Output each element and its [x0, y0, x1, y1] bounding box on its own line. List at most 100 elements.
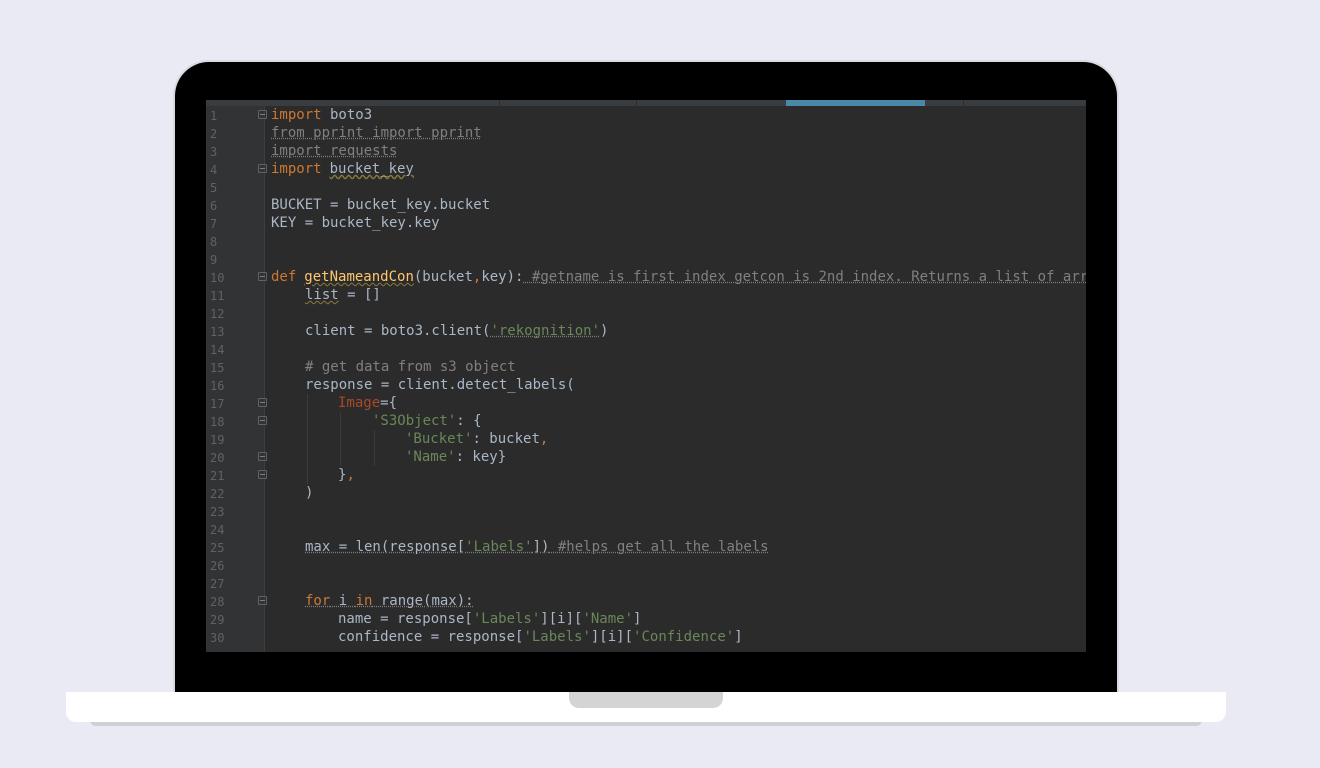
- code-text: : key}: [455, 449, 507, 465]
- code-line[interactable]: 6 BUCKET = bucket_key.bucket: [206, 196, 1086, 214]
- code-line[interactable]: 27: [206, 574, 1086, 592]
- code-text: : bucket: [472, 431, 540, 447]
- unused-import: import requests: [271, 143, 398, 159]
- keyword: import: [271, 107, 322, 123]
- keyword: for: [305, 593, 331, 609]
- code-line[interactable]: 9: [206, 250, 1086, 268]
- code-text: import bucket_key: [271, 160, 414, 178]
- code-text: name = response['Labels'][i]['Name']: [338, 610, 641, 628]
- code-text: (bucket: [413, 269, 473, 285]
- fold-toggle-icon[interactable]: [258, 596, 267, 605]
- code-line[interactable]: 2 from pprint import pprint: [206, 124, 1086, 142]
- code-line[interactable]: 15 # get data from s3 object: [206, 358, 1086, 376]
- code-text: list = []: [305, 286, 381, 304]
- code-line[interactable]: 29 name = response['Labels'][i]['Name']: [206, 610, 1086, 628]
- comma: ,: [346, 467, 355, 483]
- line-number: 28: [210, 595, 225, 609]
- code-line[interactable]: 22): [206, 484, 1086, 502]
- code-line[interactable]: 5: [206, 178, 1086, 196]
- code-line[interactable]: 8: [206, 232, 1086, 250]
- code-text: ][i][: [590, 629, 634, 645]
- line-number: 15: [210, 361, 225, 375]
- code-line[interactable]: 21},: [206, 466, 1086, 484]
- string-literal: 'Labels': [465, 539, 533, 555]
- line-number: 23: [210, 505, 225, 519]
- code-line[interactable]: 23: [206, 502, 1086, 520]
- code-line[interactable]: 26: [206, 556, 1086, 574]
- code-line[interactable]: 28 for i in range(max):: [206, 592, 1086, 610]
- code-text: for i in range(max):: [305, 592, 474, 610]
- code-line[interactable]: 11 list = []: [206, 286, 1086, 304]
- string-literal: 'Name': [582, 611, 634, 627]
- string-literal: 'Labels': [523, 629, 591, 645]
- comment: #getname is first index getcon is 2nd in…: [523, 269, 1086, 285]
- code-line[interactable]: 13 client = boto3.client('rekognition'): [206, 322, 1086, 340]
- fold-toggle-icon[interactable]: [258, 398, 267, 407]
- line-number: 9: [210, 253, 218, 267]
- keyword: in: [355, 593, 373, 609]
- code-text: import boto3: [271, 106, 372, 124]
- code-text: = []: [338, 287, 381, 303]
- code-text: ]: [633, 611, 642, 627]
- fold-toggle-icon[interactable]: [258, 164, 267, 173]
- string-literal: 'Bucket': [405, 431, 473, 447]
- function-name: getNameandCon: [304, 269, 414, 285]
- fold-toggle-icon[interactable]: [258, 110, 267, 119]
- code-text: i: [330, 593, 356, 609]
- fold-toggle-icon[interactable]: [258, 452, 267, 461]
- module-name: boto3: [321, 107, 373, 123]
- line-number: 12: [210, 307, 225, 321]
- fold-toggle-icon[interactable]: [258, 416, 267, 425]
- code-line[interactable]: 18 'S3Object': {: [206, 412, 1086, 430]
- code-text: key):: [481, 269, 524, 285]
- line-number: 25: [210, 541, 225, 555]
- code-line[interactable]: 16 response = client.detect_labels(: [206, 376, 1086, 394]
- code-text: 'Bucket': bucket,: [405, 430, 548, 448]
- fold-toggle-icon[interactable]: [258, 272, 267, 281]
- code-line[interactable]: 12: [206, 304, 1086, 322]
- code-line[interactable]: 1 import boto3: [206, 106, 1086, 124]
- code-text: 'Name': key}: [405, 448, 506, 466]
- code-line[interactable]: 30 confidence = response['Labels'][i]['Co…: [206, 628, 1086, 646]
- code-line[interactable]: 10 def getNameandCon(bucket,key): #getname…: [206, 268, 1086, 286]
- code-line[interactable]: 17 Image={: [206, 394, 1086, 412]
- line-number: 4: [210, 163, 218, 177]
- code-line[interactable]: 14: [206, 340, 1086, 358]
- code-line[interactable]: 4 import bucket_key: [206, 160, 1086, 178]
- code-editor[interactable]: 1 import boto3 2 from pprint import pprint 3…: [206, 100, 1086, 652]
- string-literal: 'Labels': [472, 611, 541, 627]
- keyword: import: [271, 161, 322, 177]
- code-text: confidence = response[: [338, 629, 524, 645]
- line-number: 30: [210, 631, 225, 645]
- code-text: },: [338, 466, 355, 484]
- line-number: 14: [210, 343, 225, 357]
- line-number: 20: [210, 451, 225, 465]
- line-number: 22: [210, 487, 225, 501]
- code-line[interactable]: 19 'Bucket': bucket,: [206, 430, 1086, 448]
- code-line[interactable]: 3 import requests: [206, 142, 1086, 160]
- line-number: 21: [210, 469, 225, 483]
- code-text: : {: [456, 413, 482, 429]
- code-text: KEY = bucket_key.key: [271, 215, 440, 231]
- code-text: Image={: [338, 394, 397, 412]
- code-text: ): [305, 484, 313, 502]
- code-line[interactable]: 25 max = len(response['Labels']) #helps g…: [206, 538, 1086, 556]
- line-number: 2: [210, 127, 218, 141]
- code-text: max = len(response['Labels']) #helps get…: [305, 538, 769, 556]
- module-name: bucket_key: [329, 161, 414, 177]
- unused-import: from pprint import pprint: [271, 125, 482, 141]
- code-text: ): [305, 485, 314, 501]
- line-number: 5: [210, 181, 218, 195]
- code-line[interactable]: 7 KEY = bucket_key.key: [206, 214, 1086, 232]
- comma: ,: [539, 431, 549, 447]
- code-line[interactable]: 24: [206, 520, 1086, 538]
- code-text: BUCKET = bucket_key.bucket: [271, 197, 491, 213]
- line-number: 24: [210, 523, 225, 537]
- code-text: range(max):: [372, 593, 474, 609]
- fold-toggle-icon[interactable]: [258, 470, 267, 479]
- code-text: BUCKET = bucket_key.bucket: [271, 196, 490, 214]
- line-number: 7: [210, 217, 218, 231]
- code-text: import requests: [271, 142, 397, 160]
- string-literal: 'Confidence': [633, 629, 735, 645]
- code-line[interactable]: 20 'Name': key}: [206, 448, 1086, 466]
